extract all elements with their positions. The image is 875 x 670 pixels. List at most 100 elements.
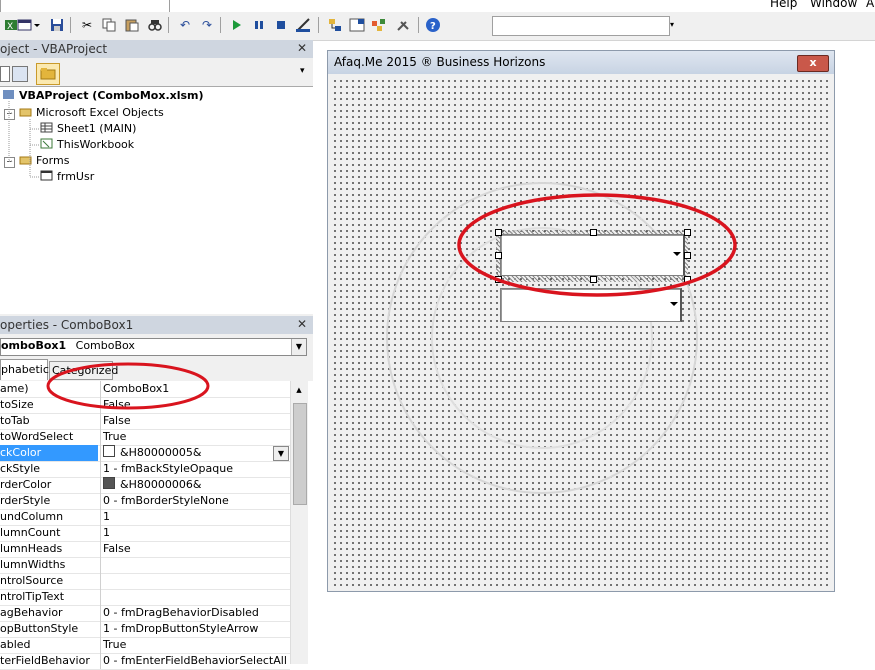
property-row[interactable]: ntrolSource	[0, 573, 290, 590]
userform-title: Afaq.Me 2015 ® Business Horizons	[334, 55, 546, 69]
redo-icon[interactable]: ↷	[198, 16, 216, 34]
project-tree: VBAProject (ComboMox.xlsm) − Microsoft Ex…	[0, 86, 313, 313]
insert-userform-icon[interactable]	[16, 16, 42, 34]
color-swatch	[103, 477, 115, 489]
close-icon[interactable]: ✕	[295, 41, 309, 55]
property-value[interactable]: True	[100, 429, 291, 445]
scroll-thumb[interactable]	[293, 403, 307, 505]
property-value[interactable]: 1 - fmBackStyleOpaque	[100, 461, 291, 477]
property-row[interactable]: toWordSelect True	[0, 429, 290, 446]
property-value[interactable]	[100, 589, 291, 605]
background-watermark	[386, 182, 698, 494]
design-mode-icon[interactable]	[294, 16, 312, 34]
property-row-selected[interactable]: ckColor &H80000005& ▼	[0, 445, 290, 462]
property-name: ckColor	[0, 445, 98, 461]
property-row[interactable]: ckStyle 1 - fmBackStyleOpaque	[0, 461, 290, 478]
property-value[interactable]: True	[100, 637, 291, 653]
chevron-down-icon[interactable]: ▼	[291, 339, 306, 355]
copy-icon[interactable]	[100, 16, 118, 34]
property-value[interactable]	[100, 573, 291, 589]
property-row[interactable]: undColumn 1	[0, 509, 290, 526]
object-browser-icon[interactable]	[370, 16, 388, 34]
menu-window[interactable]: Window	[810, 0, 857, 10]
toolbox-icon[interactable]	[394, 16, 412, 34]
location-box[interactable]	[492, 16, 670, 36]
svg-text:?: ?	[430, 21, 436, 32]
property-value[interactable]: 0 - fmBorderStyleNone	[100, 493, 291, 509]
property-value[interactable]: False	[100, 413, 291, 429]
color-swatch	[103, 445, 115, 457]
property-name: lumnWidths	[0, 558, 66, 571]
svg-text:X: X	[7, 22, 13, 32]
property-value[interactable]: 1 - fmDropButtonStyleArrow	[100, 621, 291, 637]
annotation-ellipse-combobox	[457, 193, 737, 297]
undo-icon[interactable]: ↶	[176, 16, 194, 34]
property-value[interactable]: &H80000006&	[100, 477, 291, 493]
property-row[interactable]: agBehavior 0 - fmDragBehaviorDisabled	[0, 605, 290, 622]
cut-icon[interactable]: ✂	[78, 16, 96, 34]
project-explorer-icon[interactable]	[326, 16, 344, 34]
property-name: opButtonStyle	[0, 622, 79, 635]
property-scrollbar[interactable]: ▲	[290, 381, 308, 664]
find-icon[interactable]	[146, 16, 164, 34]
properties-icon[interactable]	[348, 16, 366, 34]
project-toolbar: ▾	[0, 62, 313, 86]
property-row[interactable]: lumnCount 1	[0, 525, 290, 542]
break-icon[interactable]	[250, 16, 268, 34]
property-name: ckStyle	[0, 462, 41, 475]
project-title: oject - VBAProject	[0, 42, 108, 56]
properties-title: operties - ComboBox1	[0, 318, 134, 332]
property-value[interactable]: &H80000005& ▼	[100, 445, 291, 461]
property-value[interactable]	[100, 557, 291, 573]
save-icon[interactable]	[48, 16, 66, 34]
userform-canvas[interactable]	[332, 78, 828, 586]
view-code-icon[interactable]	[0, 66, 10, 82]
property-name: agBehavior	[0, 606, 63, 619]
help-icon[interactable]: ?	[424, 16, 442, 34]
property-value[interactable]: 0 - fmEnterFieldBehaviorSelectAll	[100, 653, 291, 669]
property-name: ntrolSource	[0, 574, 64, 587]
scroll-up-icon[interactable]: ▲	[293, 383, 305, 397]
close-icon[interactable]: ✕	[295, 317, 309, 331]
tree-lines	[8, 101, 40, 178]
chevron-down-icon[interactable]: ▼	[273, 446, 289, 461]
chevron-down-icon[interactable]	[670, 302, 678, 306]
property-row[interactable]: lumnWidths	[0, 557, 290, 574]
menu-bar: Help Window A	[0, 0, 875, 14]
reset-icon[interactable]	[272, 16, 290, 34]
menu-overflow[interactable]: A	[866, 0, 874, 10]
property-row[interactable]: terFieldBehavior 0 - fmEnterFieldBehavior…	[0, 653, 290, 670]
property-row[interactable]: lumnHeads False	[0, 541, 290, 558]
property-name: terFieldBehavior	[0, 654, 90, 667]
toolbar-options-icon[interactable]: ▾	[670, 16, 678, 34]
property-row[interactable]: toTab False	[0, 413, 290, 430]
view-object-icon[interactable]	[12, 66, 28, 82]
property-row[interactable]: rderColor &H80000006&	[0, 477, 290, 494]
run-icon[interactable]	[228, 16, 246, 34]
object-name: omboBox1	[1, 339, 67, 352]
property-value[interactable]: 1	[100, 525, 291, 541]
property-name: rderStyle	[0, 494, 51, 507]
project-caption: oject - VBAProject ✕	[0, 40, 313, 58]
property-value[interactable]: False	[100, 541, 291, 557]
property-value[interactable]: 0 - fmDragBehaviorDisabled	[100, 605, 291, 621]
menu-help[interactable]: Help	[770, 0, 797, 10]
annotation-ellipse-name	[46, 362, 210, 410]
property-name: undColumn	[0, 510, 64, 523]
tab-alphabetic[interactable]: phabetic	[0, 359, 49, 380]
property-name: toTab	[0, 414, 30, 427]
paste-icon[interactable]	[123, 16, 141, 34]
properties-caption: operties - ComboBox1 ✕	[0, 316, 313, 334]
close-button[interactable]: x	[797, 55, 829, 72]
property-row[interactable]: opButtonStyle 1 - fmDropButtonStyleArrow	[0, 621, 290, 638]
property-row[interactable]: rderStyle 0 - fmBorderStyleNone	[0, 493, 290, 510]
property-row[interactable]: ntrolTipText	[0, 589, 290, 606]
property-row[interactable]: abled True	[0, 637, 290, 654]
userform-window: Afaq.Me 2015 ® Business Horizons x	[327, 50, 835, 592]
property-name: lumnHeads	[0, 542, 63, 555]
object-selector[interactable]: omboBox1 ComboBox ▼	[0, 338, 307, 356]
property-value[interactable]: 1	[100, 509, 291, 525]
panel-options-icon[interactable]: ▾	[300, 66, 305, 76]
property-name: ntrolTipText	[0, 590, 65, 603]
toggle-folders-icon[interactable]	[36, 63, 60, 85]
